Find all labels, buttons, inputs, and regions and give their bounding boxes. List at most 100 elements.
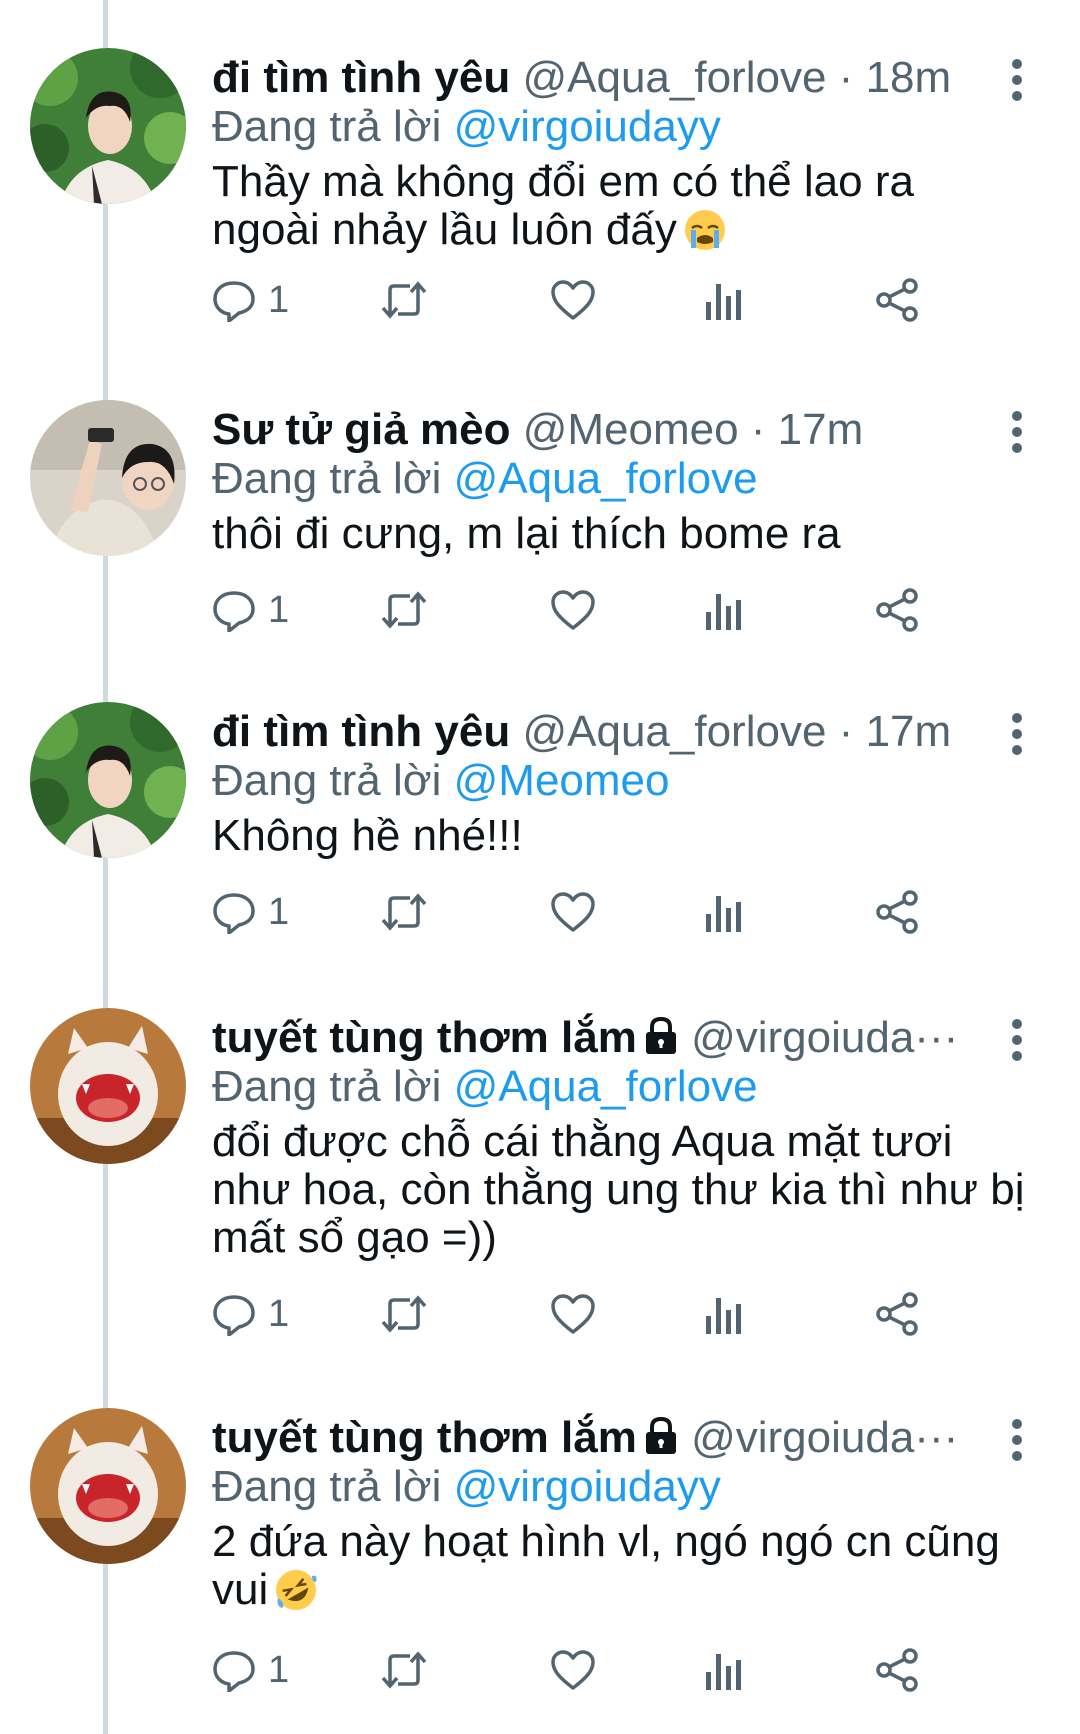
analytics-icon xyxy=(706,1298,741,1334)
heart-icon xyxy=(551,1294,595,1334)
views-button[interactable] xyxy=(704,270,742,330)
views-button[interactable] xyxy=(704,580,742,640)
retweet-icon xyxy=(381,1295,427,1333)
retweet-button[interactable] xyxy=(380,1640,428,1700)
share-button[interactable] xyxy=(874,270,920,330)
tweet-text: Thầy mà không đổi em có thể lao ra ngoài… xyxy=(212,158,1032,262)
reply-button[interactable]: 1 xyxy=(212,1640,289,1700)
username[interactable]: @virgoiuda··· xyxy=(691,1013,958,1062)
avatar[interactable] xyxy=(30,1408,186,1564)
reply-button[interactable]: 1 xyxy=(212,580,289,640)
tweet-text: Không hề nhé!!! xyxy=(212,812,1032,860)
tweet-actions: 1 xyxy=(212,1640,1012,1700)
loudly-crying-face-icon xyxy=(683,208,727,262)
separator-dot: · xyxy=(838,707,854,756)
more-options-icon[interactable] xyxy=(1003,1416,1031,1464)
reply-icon xyxy=(213,1651,255,1692)
heart-icon xyxy=(551,892,595,932)
timestamp[interactable]: 17m xyxy=(778,405,864,454)
analytics-icon xyxy=(706,1654,741,1690)
replying-to-mention[interactable]: @virgoiudayy xyxy=(454,1462,721,1511)
reply-button[interactable]: 1 xyxy=(212,882,289,942)
timestamp[interactable]: 18m xyxy=(866,53,952,102)
tweet-text-content: Không hề nhé!!! xyxy=(212,811,523,860)
replying-to: Đang trả lời @Meomeo xyxy=(212,752,669,810)
retweet-button[interactable] xyxy=(380,882,428,942)
more-options-icon[interactable] xyxy=(1003,1016,1031,1064)
display-name[interactable]: Sư tử giả mèo xyxy=(212,405,510,454)
like-button[interactable] xyxy=(550,1284,596,1344)
username[interactable]: @Aqua_forlove xyxy=(522,707,826,756)
replying-to-label: Đang trả lời xyxy=(212,1062,442,1111)
share-button[interactable] xyxy=(874,580,920,640)
retweet-button[interactable] xyxy=(380,270,428,330)
retweet-icon xyxy=(381,591,427,629)
replying-to-label: Đang trả lời xyxy=(212,102,442,151)
views-button[interactable] xyxy=(704,1640,742,1700)
replying-to-label: Đang trả lời xyxy=(212,454,442,503)
retweet-icon xyxy=(381,893,427,931)
heart-icon xyxy=(551,590,595,630)
reply-count: 1 xyxy=(268,890,290,933)
tweet-text: 2 đứa này hoạt hình vl, ngó ngó cn cũng … xyxy=(212,1518,1032,1622)
replying-to: Đang trả lời @Aqua_forlove xyxy=(212,450,758,508)
share-button[interactable] xyxy=(874,1640,920,1700)
replying-to-mention[interactable]: @virgoiudayy xyxy=(454,102,721,151)
avatar[interactable] xyxy=(30,702,186,858)
separator-dot: · xyxy=(838,53,854,102)
replying-to-mention[interactable]: @Aqua_forlove xyxy=(454,1062,758,1111)
avatar[interactable] xyxy=(30,48,186,204)
more-options-icon[interactable] xyxy=(1003,408,1031,456)
rolling-on-floor-laughing-icon xyxy=(274,1568,318,1622)
share-icon xyxy=(876,890,918,934)
analytics-icon xyxy=(706,284,741,320)
like-button[interactable] xyxy=(550,270,596,330)
replying-to-mention[interactable]: @Meomeo xyxy=(454,756,670,805)
replying-to-label: Đang trả lời xyxy=(212,1462,442,1511)
display-name[interactable]: đi tìm tình yêu xyxy=(212,707,510,756)
tweet-text: thôi đi cưng, m lại thích bome ra xyxy=(212,510,1032,558)
tweet-text-content: Thầy mà không đổi em có thể lao ra ngoài… xyxy=(212,157,914,254)
heart-icon xyxy=(551,1650,595,1690)
avatar[interactable] xyxy=(30,1008,186,1164)
share-icon xyxy=(876,278,918,322)
share-icon xyxy=(876,1648,918,1692)
reply-count: 1 xyxy=(268,278,290,321)
views-button[interactable] xyxy=(704,1284,742,1344)
replying-to: Đang trả lời @virgoiudayy xyxy=(212,1458,721,1516)
like-button[interactable] xyxy=(550,1640,596,1700)
display-name[interactable]: đi tìm tình yêu xyxy=(212,53,510,102)
share-button[interactable] xyxy=(874,1284,920,1344)
username[interactable]: @Meomeo xyxy=(523,405,739,454)
tweet-text: đổi được chỗ cái thằng Aqua mặt tươi như… xyxy=(212,1118,1032,1262)
analytics-icon xyxy=(706,896,741,932)
heart-icon xyxy=(551,280,595,320)
replying-to-label: Đang trả lời xyxy=(212,756,442,805)
username[interactable]: @Aqua_forlove xyxy=(522,53,826,102)
tweet-actions: 1 xyxy=(212,270,1012,330)
retweet-button[interactable] xyxy=(380,1284,428,1344)
display-name[interactable]: tuyết tùng thơm lắm xyxy=(212,1413,637,1462)
reply-button[interactable]: 1 xyxy=(212,270,289,330)
reply-count: 1 xyxy=(268,588,290,631)
reply-count: 1 xyxy=(268,1648,290,1691)
like-button[interactable] xyxy=(550,882,596,942)
more-options-icon[interactable] xyxy=(1003,56,1031,104)
reply-icon xyxy=(213,591,255,632)
separator-dot: · xyxy=(750,405,766,454)
share-button[interactable] xyxy=(874,882,920,942)
tweet-text-content: thôi đi cưng, m lại thích bome ra xyxy=(212,509,841,558)
avatar[interactable] xyxy=(30,400,186,556)
display-name[interactable]: tuyết tùng thơm lắm xyxy=(212,1013,637,1062)
retweet-button[interactable] xyxy=(380,580,428,640)
views-button[interactable] xyxy=(704,882,742,942)
reply-icon xyxy=(213,1295,255,1336)
tweet-text-content: đổi được chỗ cái thằng Aqua mặt tươi như… xyxy=(212,1117,1025,1262)
replying-to-mention[interactable]: @Aqua_forlove xyxy=(454,454,758,503)
tweet-actions: 1 xyxy=(212,580,1012,640)
username[interactable]: @virgoiuda··· xyxy=(691,1413,958,1462)
like-button[interactable] xyxy=(550,580,596,640)
more-options-icon[interactable] xyxy=(1003,710,1031,758)
reply-button[interactable]: 1 xyxy=(212,1284,289,1344)
timestamp[interactable]: 17m xyxy=(866,707,952,756)
